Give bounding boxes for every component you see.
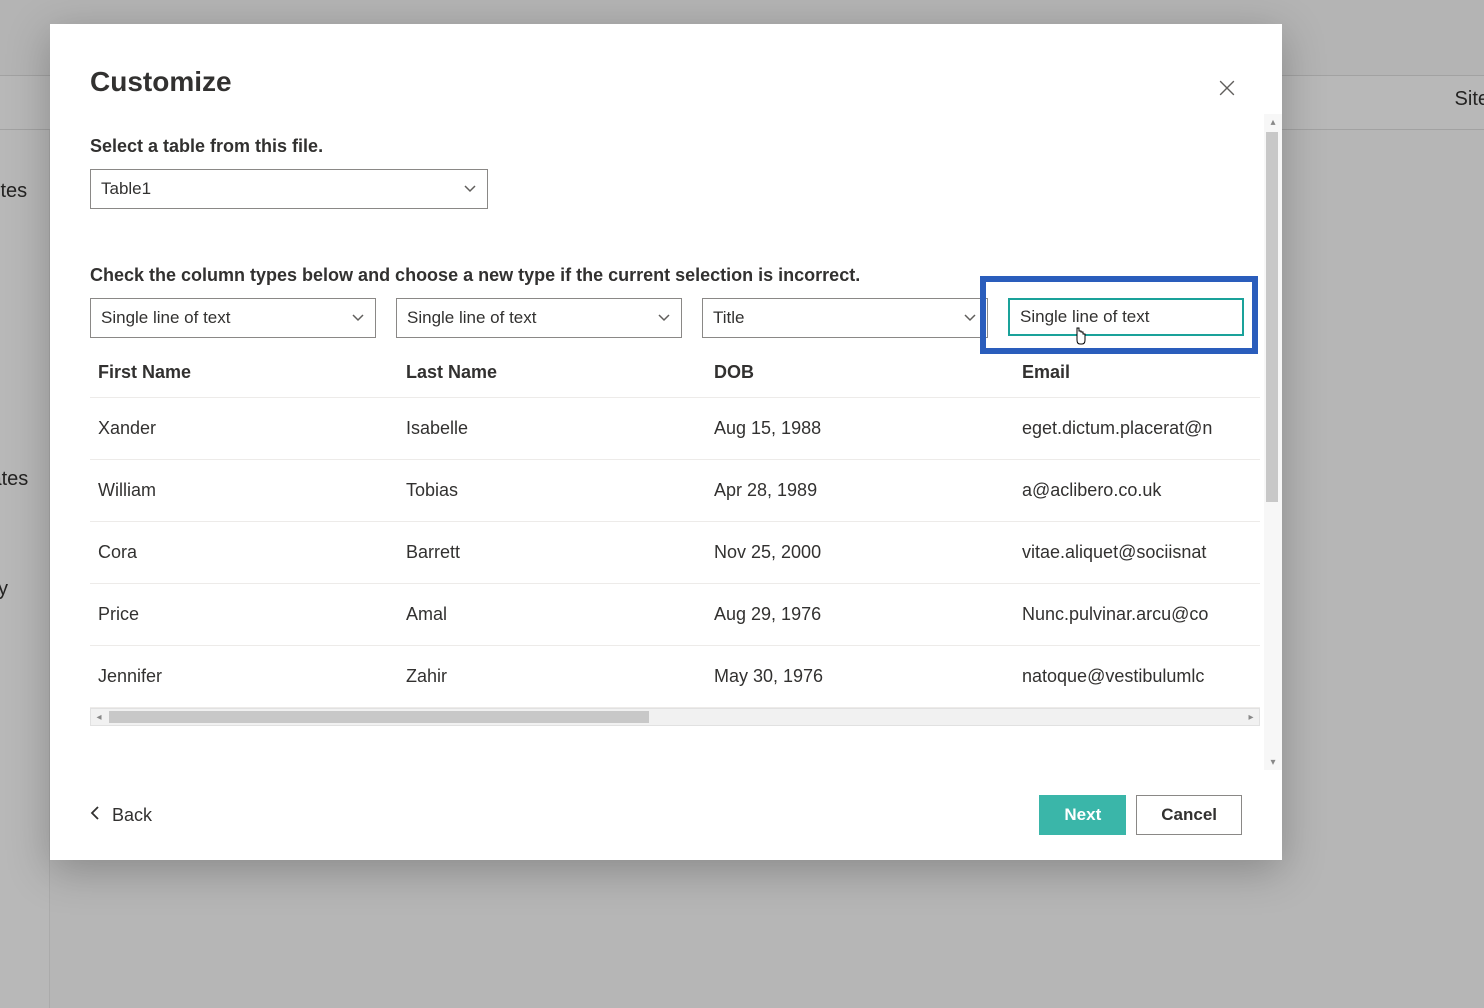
table-row: Cora Barrett Nov 25, 2000 vitae.aliquet@…: [90, 522, 1260, 584]
cell-email: eget.dictum.placerat@n: [1014, 398, 1260, 460]
select-table-label: Select a table from this file.: [90, 136, 1270, 157]
cell-dob: Nov 25, 2000: [706, 522, 1014, 584]
chevron-down-icon: [463, 182, 477, 196]
cell-email: Nunc.pulvinar.arcu@co: [1014, 584, 1260, 646]
table-row: Jennifer Zahir May 30, 1976 natoque@vest…: [90, 646, 1260, 708]
column-header-dob: DOB: [706, 352, 1014, 398]
cell-first-name: Jennifer: [90, 646, 398, 708]
customize-modal: Customize Select a table from this file.…: [50, 24, 1282, 860]
cell-last-name: Isabelle: [398, 398, 706, 460]
table-row: Xander Isabelle Aug 15, 1988 eget.dictum…: [90, 398, 1260, 460]
column-type-dropdown-row: Single line of text Single line of text …: [90, 298, 1260, 338]
column-type-dropdown-1[interactable]: Single line of text: [90, 298, 376, 338]
cell-last-name: Tobias: [398, 460, 706, 522]
column-header-last-name: Last Name: [398, 352, 706, 398]
column-header-first-name: First Name: [90, 352, 398, 398]
table-row: William Tobias Apr 28, 1989 a@aclibero.c…: [90, 460, 1260, 522]
cell-first-name: Cora: [90, 522, 398, 584]
cell-dob: Apr 28, 1989: [706, 460, 1014, 522]
chevron-left-icon: [90, 805, 102, 826]
next-button-label: Next: [1064, 805, 1101, 825]
cancel-button[interactable]: Cancel: [1136, 795, 1242, 835]
cell-email: vitae.aliquet@sociisnat: [1014, 522, 1260, 584]
column-type-dropdown-3[interactable]: Title: [702, 298, 988, 338]
modal-footer: Back Next Cancel: [50, 780, 1282, 860]
modal-header: Customize: [50, 24, 1282, 114]
check-columns-label: Check the column types below and choose …: [90, 265, 1270, 286]
preview-table-area: First Name Last Name DOB Email Xander Is…: [90, 352, 1260, 726]
modal-scroll-region: Select a table from this file. Table1 Ch…: [90, 114, 1270, 780]
column-type-value: Single line of text: [101, 308, 230, 328]
table-header-row: First Name Last Name DOB Email: [90, 352, 1260, 398]
scroll-left-arrow-icon[interactable]: ◂: [91, 709, 107, 725]
column-type-dropdown-4-highlight: Single line of text: [1008, 298, 1270, 338]
preview-table: First Name Last Name DOB Email Xander Is…: [90, 352, 1260, 708]
table-select-value: Table1: [101, 179, 151, 199]
next-button[interactable]: Next: [1039, 795, 1126, 835]
cell-last-name: Amal: [398, 584, 706, 646]
vertical-scrollbar[interactable]: ▴ ▾: [1264, 114, 1282, 770]
scroll-up-arrow-icon[interactable]: ▴: [1264, 114, 1282, 130]
cell-first-name: Xander: [90, 398, 398, 460]
cancel-button-label: Cancel: [1161, 805, 1217, 825]
cell-dob: Aug 29, 1976: [706, 584, 1014, 646]
column-header-email: Email: [1014, 352, 1260, 398]
scroll-right-arrow-icon[interactable]: ▸: [1243, 709, 1259, 725]
back-button-label: Back: [112, 805, 152, 826]
cell-first-name: Price: [90, 584, 398, 646]
h-scroll-thumb[interactable]: [109, 711, 649, 723]
chevron-down-icon: [657, 311, 671, 325]
cell-first-name: William: [90, 460, 398, 522]
table-row: Price Amal Aug 29, 1976 Nunc.pulvinar.ar…: [90, 584, 1260, 646]
column-type-value: Single line of text: [407, 308, 536, 328]
column-type-value: Single line of text: [1020, 307, 1149, 327]
close-button[interactable]: [1212, 74, 1242, 104]
cell-dob: Aug 15, 1988: [706, 398, 1014, 460]
column-type-dropdown-2[interactable]: Single line of text: [396, 298, 682, 338]
chevron-down-icon: [351, 311, 365, 325]
back-button[interactable]: Back: [90, 805, 152, 826]
cell-email: a@aclibero.co.uk: [1014, 460, 1260, 522]
cell-dob: May 30, 1976: [706, 646, 1014, 708]
column-type-dropdown-4[interactable]: Single line of text: [1008, 298, 1244, 336]
cell-last-name: Zahir: [398, 646, 706, 708]
modal-body: Select a table from this file. Table1 Ch…: [50, 114, 1282, 780]
scroll-down-arrow-icon[interactable]: ▾: [1264, 754, 1282, 770]
column-type-value: Title: [713, 308, 745, 328]
modal-title: Customize: [90, 66, 232, 98]
table-select-dropdown[interactable]: Table1: [90, 169, 488, 209]
v-scroll-thumb[interactable]: [1266, 132, 1278, 502]
chevron-down-icon: [963, 311, 977, 325]
horizontal-scrollbar[interactable]: ◂ ▸: [90, 708, 1260, 726]
cell-email: natoque@vestibulumlc: [1014, 646, 1260, 708]
close-icon: [1219, 76, 1235, 102]
cell-last-name: Barrett: [398, 522, 706, 584]
